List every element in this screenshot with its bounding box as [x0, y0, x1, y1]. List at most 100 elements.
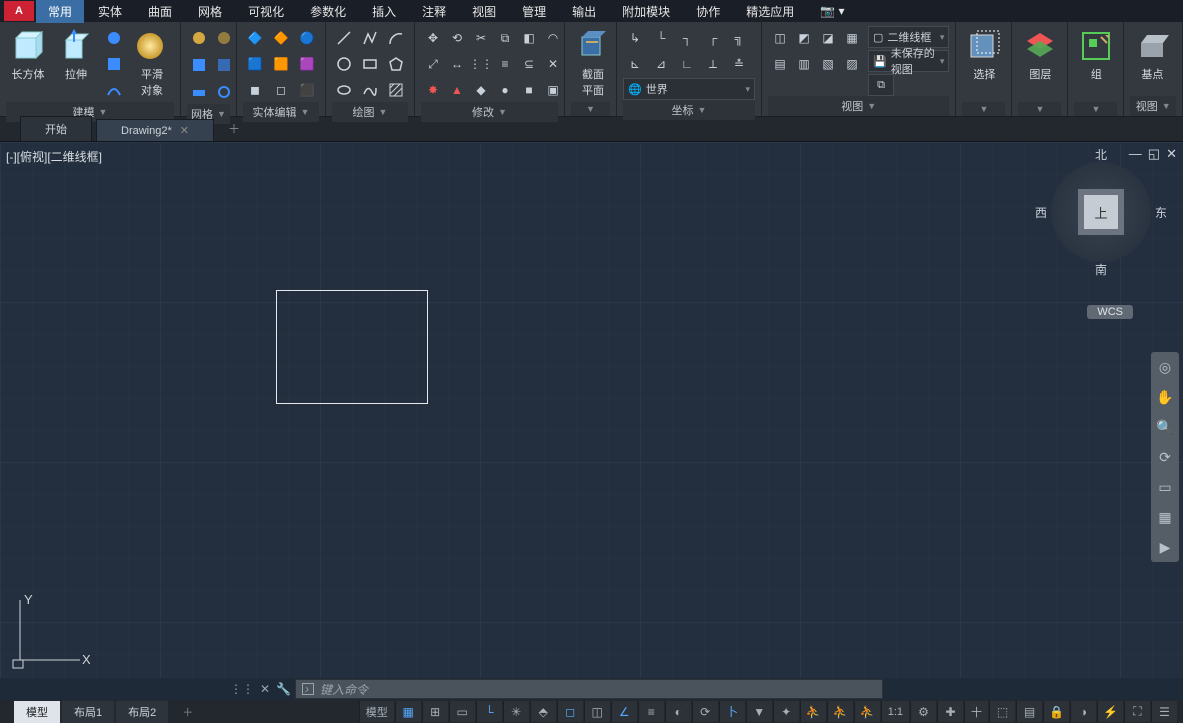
filter-icon[interactable]: ▼	[746, 701, 772, 722]
view-icon-1[interactable]: ◫	[768, 26, 792, 50]
annotation-monitor-icon[interactable]: ✚	[937, 701, 963, 722]
panel-title-solid-edit[interactable]: 实体编辑▼	[243, 102, 319, 122]
view-icon-3[interactable]: ◪	[816, 26, 840, 50]
line-icon[interactable]	[332, 26, 356, 50]
solid-edit-icon-4[interactable]: 🟦	[243, 52, 267, 76]
menu-tab-surface[interactable]: 曲面	[136, 0, 184, 23]
dyn-ucs-icon[interactable]: 卜	[719, 701, 745, 722]
layout-tab-2[interactable]: 布局2	[116, 701, 168, 723]
revolve-icon[interactable]	[102, 26, 126, 50]
offset-icon[interactable]: ⊆	[517, 52, 541, 76]
mod-icon-b[interactable]: ◆	[469, 78, 493, 102]
status-model-label[interactable]: 模型	[359, 701, 394, 722]
mod-icon-c[interactable]: ●	[493, 78, 517, 102]
osnap-icon[interactable]: ◻	[557, 701, 583, 722]
polyline-icon[interactable]	[358, 26, 382, 50]
decimal-label[interactable]: 十	[964, 701, 988, 722]
section-button[interactable]: 截面 平面	[571, 26, 615, 100]
hatch-icon[interactable]	[384, 78, 408, 102]
menu-tab-addins[interactable]: 附加模块	[610, 0, 682, 23]
viewcube-north[interactable]: 北	[1095, 146, 1107, 163]
3drotate-icon[interactable]: ⟲	[445, 26, 469, 50]
mesh-icon-1[interactable]	[187, 26, 211, 50]
ellipse-icon[interactable]	[332, 78, 356, 102]
ucs-icon-9[interactable]: ⟂	[701, 52, 725, 76]
explode-icon[interactable]: ✸	[421, 78, 445, 102]
ucs-icon-1[interactable]: ↳	[623, 26, 647, 50]
mesh-icon-6[interactable]	[212, 80, 236, 104]
align-icon[interactable]: ≡	[493, 52, 517, 76]
showmotion-icon[interactable]: ▭	[1154, 476, 1176, 498]
nav-play-icon[interactable]: ▶	[1154, 536, 1176, 558]
view-manager-btn[interactable]: ⧉	[868, 74, 894, 96]
view-icon-2[interactable]: ◩	[792, 26, 816, 50]
ucs-icon[interactable]: Y X	[10, 590, 90, 670]
steering-wheel-icon[interactable]: ◎	[1154, 356, 1176, 378]
box-button[interactable]: 长方体	[6, 26, 50, 84]
panel-title-section[interactable]: ▼	[571, 102, 610, 116]
menu-tab-solid[interactable]: 实体	[86, 0, 134, 23]
isolate-icon[interactable]: ◑	[1070, 701, 1096, 722]
solid-edit-icon-2[interactable]: 🔶	[269, 26, 293, 50]
rect-icon[interactable]	[358, 52, 382, 76]
layout-tab-model[interactable]: 模型	[14, 701, 60, 723]
ucs-icon-10[interactable]: ≛	[727, 52, 751, 76]
view-icon-8[interactable]: ▨	[840, 52, 864, 76]
annotation-scale-icon[interactable]: ⛹	[854, 701, 880, 722]
arc-icon[interactable]	[384, 26, 408, 50]
fillet-icon[interactable]: ◠	[541, 26, 565, 50]
wcs-badge[interactable]: WCS	[1087, 305, 1133, 319]
view-icon-4[interactable]: ▦	[840, 26, 864, 50]
menu-tab-insert[interactable]: 插入	[360, 0, 408, 23]
panel-title-draw[interactable]: 绘图▼	[332, 102, 408, 122]
scale-icon[interactable]: ⤢	[421, 52, 445, 76]
panel-title-modify[interactable]: 修改▼	[421, 102, 558, 122]
mesh-icon-2[interactable]	[212, 26, 236, 50]
menu-tab-visualize[interactable]: 可视化	[236, 0, 296, 23]
viewcube-east[interactable]: 东	[1155, 204, 1167, 221]
ucs-icon-4[interactable]: ┌	[701, 26, 725, 50]
cmd-handle-icon[interactable]: ⋮⋮	[230, 682, 254, 696]
gizmo-icon[interactable]: ✦	[773, 701, 799, 722]
select-button[interactable]: 选择	[962, 26, 1006, 84]
hardware-accel-icon[interactable]: ⚡	[1097, 701, 1123, 722]
mod-icon-d[interactable]: ■	[517, 78, 541, 102]
smooth-button[interactable]: 平滑 对象	[130, 26, 174, 100]
zoom-icon[interactable]: 🔍	[1154, 416, 1176, 438]
cmd-close-icon[interactable]: ✕	[260, 682, 270, 696]
units-icon[interactable]: ⬚	[989, 701, 1015, 722]
camera-dropdown[interactable]: 📷 ▾	[808, 1, 856, 21]
loft-icon[interactable]	[102, 52, 126, 76]
workspace-icon[interactable]: ⚙	[910, 701, 936, 722]
menu-tab-mesh[interactable]: 网格	[186, 0, 234, 23]
panel-title-base[interactable]: 视图▼	[1130, 96, 1176, 116]
grid-toggle-icon[interactable]: ▦	[395, 701, 421, 722]
solid-edit-icon-1[interactable]: 🔷	[243, 26, 267, 50]
solid-edit-icon-8[interactable]: ◻	[269, 78, 293, 102]
menu-tab-featured[interactable]: 精选应用	[734, 0, 806, 23]
app-icon[interactable]: A	[4, 1, 34, 21]
menu-tab-manage[interactable]: 管理	[510, 0, 558, 23]
transparency-icon[interactable]: ◐	[665, 701, 691, 722]
sweep-icon[interactable]	[102, 78, 126, 102]
base-button[interactable]: 基点	[1130, 26, 1174, 84]
trim-icon[interactable]: ✂	[469, 26, 493, 50]
command-input[interactable]: 键入命令	[295, 679, 883, 699]
erase-icon[interactable]: ✕	[541, 52, 565, 76]
panel-title-group[interactable]: ▼	[1074, 102, 1117, 116]
file-tab-start[interactable]: 开始	[20, 116, 92, 141]
ortho-icon[interactable]: └	[476, 701, 502, 722]
menu-tab-home[interactable]: 常用	[36, 0, 84, 23]
cmd-wrench-icon[interactable]: 🔧	[276, 682, 291, 696]
clean-screen-icon[interactable]: ⛶	[1124, 701, 1150, 722]
menu-tab-parametric[interactable]: 参数化	[298, 0, 358, 23]
iso-icon[interactable]: ⬘	[530, 701, 556, 722]
saved-view-combo[interactable]: 💾 未保存的视图 ▾	[868, 50, 949, 72]
solid-edit-icon-5[interactable]: 🟧	[269, 52, 293, 76]
mesh-icon-4[interactable]	[212, 53, 236, 77]
solid-edit-icon-6[interactable]: 🟪	[295, 52, 319, 76]
menu-tab-annotate[interactable]: 注释	[410, 0, 458, 23]
viewcube-west[interactable]: 西	[1035, 204, 1047, 221]
ucs-icon-2[interactable]: └	[649, 26, 673, 50]
ucs-icon-3[interactable]: ┐	[675, 26, 699, 50]
